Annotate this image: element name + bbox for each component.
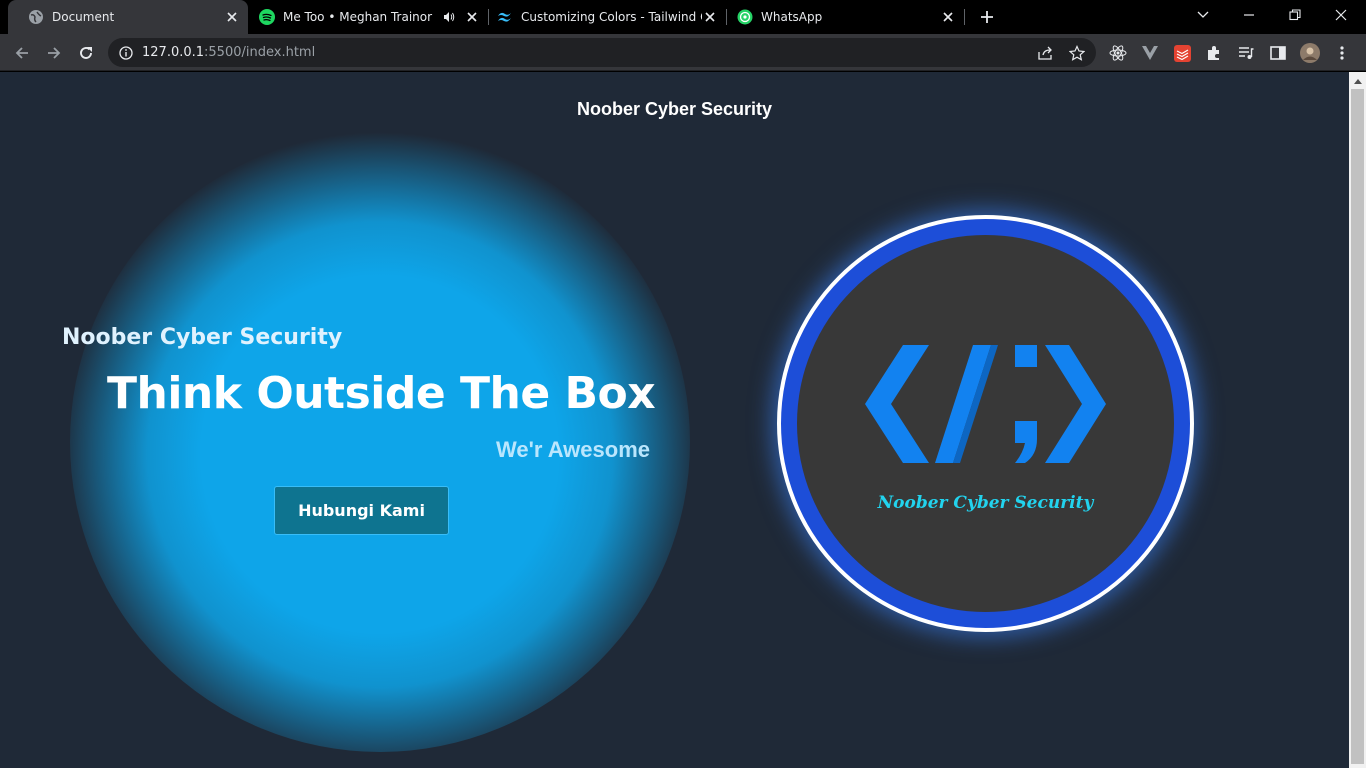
nav-title: Noober Cyber Security: [576, 99, 773, 119]
restore-button[interactable]: [1272, 0, 1318, 30]
forward-button[interactable]: [40, 39, 68, 67]
logo-inner-circle: Noober Cyber Security: [797, 235, 1174, 612]
minimize-button[interactable]: [1226, 0, 1272, 30]
tab-tailwind[interactable]: Customizing Colors - Tailwind CSS: [488, 0, 726, 34]
close-icon[interactable]: [464, 9, 480, 25]
close-icon[interactable]: [940, 9, 956, 25]
profile-avatar[interactable]: [1300, 43, 1320, 63]
tab-title: Customizing Colors - Tailwind CSS: [521, 10, 702, 24]
media-queue-icon[interactable]: [1236, 43, 1256, 63]
hero-headline: Think Outside The Box: [107, 368, 656, 419]
globe-icon: [28, 9, 44, 25]
speaker-icon[interactable]: [442, 10, 456, 24]
scroll-up-arrow-icon[interactable]: [1349, 72, 1366, 89]
extensions-puzzle-icon[interactable]: [1204, 43, 1224, 63]
side-panel-icon[interactable]: [1268, 43, 1288, 63]
close-window-button[interactable]: [1318, 0, 1364, 30]
logo-caption: Noober Cyber Security: [877, 493, 1094, 513]
react-devtools-icon[interactable]: [1108, 43, 1128, 63]
todoist-icon[interactable]: [1172, 43, 1192, 63]
tab-title: WhatsApp: [761, 10, 823, 24]
tab-separator: [964, 9, 965, 25]
code-brackets-logo-icon: [865, 345, 1106, 463]
vue-devtools-icon[interactable]: [1140, 43, 1160, 63]
page-viewport: Noober Cyber Security Noober Cyber Secur…: [0, 72, 1349, 768]
contact-button[interactable]: Hubungi Kami: [274, 486, 449, 535]
kebab-menu-icon[interactable]: [1332, 43, 1352, 63]
close-icon[interactable]: [702, 9, 718, 25]
browser-toolbar: 127.0.0.1:5500/index.html: [0, 34, 1366, 71]
scrollbar-thumb[interactable]: [1351, 89, 1364, 764]
whatsapp-icon: [737, 9, 753, 25]
tab-whatsapp[interactable]: WhatsApp: [726, 0, 964, 34]
info-icon[interactable]: [118, 45, 134, 61]
reload-button[interactable]: [72, 39, 100, 67]
vertical-scrollbar[interactable]: [1349, 72, 1366, 768]
logo-badge: Noober Cyber Security: [777, 215, 1194, 632]
new-tab-button[interactable]: [976, 6, 998, 28]
tab-document[interactable]: Document: [8, 0, 248, 34]
share-icon[interactable]: [1036, 44, 1056, 62]
tab-search-button[interactable]: [1180, 0, 1226, 30]
tab-strip: Document Me Too • Meghan Trainor Customi…: [0, 0, 1366, 34]
hero-brand: Noober Cyber Security: [62, 325, 343, 350]
url-text: 127.0.0.1:5500/index.html: [142, 45, 316, 60]
bookmark-star-icon[interactable]: [1067, 44, 1087, 62]
tailwind-icon: [497, 9, 513, 25]
address-bar[interactable]: 127.0.0.1:5500/index.html: [108, 38, 1096, 67]
back-button[interactable]: [8, 39, 36, 67]
tab-spotify[interactable]: Me Too • Meghan Trainor: [248, 0, 488, 34]
close-icon[interactable]: [224, 9, 240, 25]
spotify-icon: [259, 9, 275, 25]
tab-title: Me Too • Meghan Trainor: [283, 10, 433, 24]
hero-tagline: We'r Awesome: [496, 437, 650, 462]
tab-title: Document: [52, 10, 115, 24]
